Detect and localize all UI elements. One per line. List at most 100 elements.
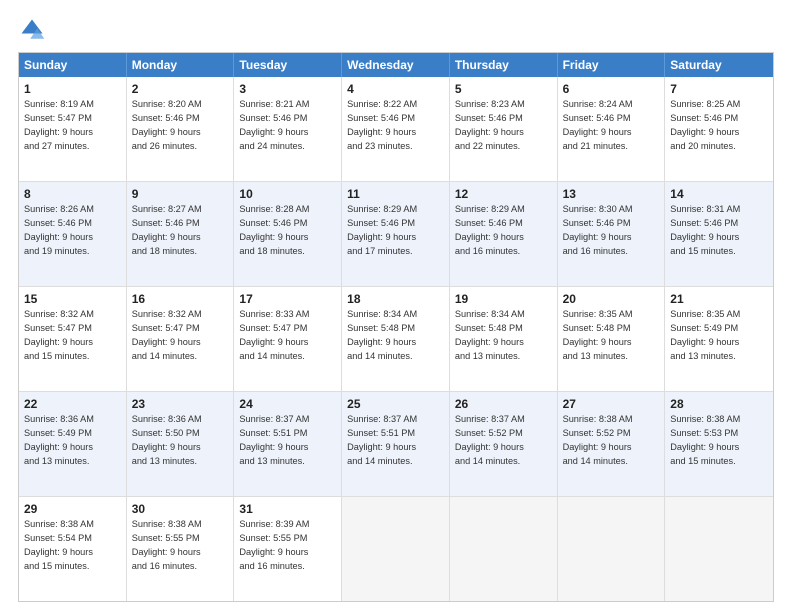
- calendar-body: 1 Sunrise: 8:19 AM Sunset: 5:47 PM Daylig…: [19, 77, 773, 601]
- day-info: Sunrise: 8:25 AM Sunset: 5:46 PM Dayligh…: [670, 99, 740, 150]
- logo: [18, 16, 50, 44]
- logo-icon: [18, 16, 46, 44]
- calendar-day-cell: 25 Sunrise: 8:37 AM Sunset: 5:51 PM Dayli…: [342, 392, 450, 496]
- day-info: Sunrise: 8:35 AM Sunset: 5:49 PM Dayligh…: [670, 309, 740, 360]
- day-info: Sunrise: 8:38 AM Sunset: 5:53 PM Dayligh…: [670, 414, 740, 465]
- day-info: Sunrise: 8:39 AM Sunset: 5:55 PM Dayligh…: [239, 519, 309, 570]
- day-number: 29: [24, 501, 121, 517]
- day-info: Sunrise: 8:29 AM Sunset: 5:46 PM Dayligh…: [455, 204, 525, 255]
- day-number: 25: [347, 396, 444, 412]
- day-number: 19: [455, 291, 552, 307]
- day-number: 9: [132, 186, 229, 202]
- calendar-day-cell: 5Sunrise: 8:23 AM Sunset: 5:46 PM Daylig…: [450, 77, 558, 181]
- day-number: 12: [455, 186, 552, 202]
- day-number: 7: [670, 81, 768, 97]
- day-number: 6: [563, 81, 660, 97]
- calendar-day-cell: 22Sunrise: 8:36 AM Sunset: 5:49 PM Dayli…: [19, 392, 127, 496]
- day-number: 15: [24, 291, 121, 307]
- calendar-day-cell: 30 Sunrise: 8:38 AM Sunset: 5:55 PM Dayli…: [127, 497, 235, 601]
- calendar-row: 1 Sunrise: 8:19 AM Sunset: 5:47 PM Daylig…: [19, 77, 773, 181]
- calendar-day-cell: 14Sunrise: 8:31 AM Sunset: 5:46 PM Dayli…: [665, 182, 773, 286]
- calendar-header-cell: Sunday: [19, 53, 127, 77]
- day-info: Sunrise: 8:37 AM Sunset: 5:51 PM Dayligh…: [239, 414, 309, 465]
- calendar-day-cell: 19 Sunrise: 8:34 AM Sunset: 5:48 PM Dayli…: [450, 287, 558, 391]
- calendar-day-cell: 26 Sunrise: 8:37 AM Sunset: 5:52 PM Dayli…: [450, 392, 558, 496]
- calendar-day-cell: 16 Sunrise: 8:32 AM Sunset: 5:47 PM Dayli…: [127, 287, 235, 391]
- calendar-day-cell: 23 Sunrise: 8:36 AM Sunset: 5:50 PM Dayli…: [127, 392, 235, 496]
- calendar-day-cell: 12 Sunrise: 8:29 AM Sunset: 5:46 PM Dayli…: [450, 182, 558, 286]
- calendar-empty-cell: [665, 497, 773, 601]
- calendar-empty-cell: [558, 497, 666, 601]
- day-number: 24: [239, 396, 336, 412]
- calendar: SundayMondayTuesdayWednesdayThursdayFrid…: [18, 52, 774, 602]
- page: SundayMondayTuesdayWednesdayThursdayFrid…: [0, 0, 792, 612]
- day-info: Sunrise: 8:22 AM Sunset: 5:46 PM Dayligh…: [347, 99, 417, 150]
- day-info: Sunrise: 8:26 AM Sunset: 5:46 PM Dayligh…: [24, 204, 94, 255]
- calendar-row: 22Sunrise: 8:36 AM Sunset: 5:49 PM Dayli…: [19, 391, 773, 496]
- day-info: Sunrise: 8:23 AM Sunset: 5:46 PM Dayligh…: [455, 99, 525, 150]
- calendar-row: 29 Sunrise: 8:38 AM Sunset: 5:54 PM Dayli…: [19, 496, 773, 601]
- day-info: Sunrise: 8:31 AM Sunset: 5:46 PM Dayligh…: [670, 204, 740, 255]
- calendar-day-cell: 1 Sunrise: 8:19 AM Sunset: 5:47 PM Daylig…: [19, 77, 127, 181]
- calendar-day-cell: 28Sunrise: 8:38 AM Sunset: 5:53 PM Dayli…: [665, 392, 773, 496]
- calendar-header-cell: Wednesday: [342, 53, 450, 77]
- day-info: Sunrise: 8:38 AM Sunset: 5:52 PM Dayligh…: [563, 414, 633, 465]
- day-number: 13: [563, 186, 660, 202]
- calendar-row: 15 Sunrise: 8:32 AM Sunset: 5:47 PM Dayli…: [19, 286, 773, 391]
- day-info: Sunrise: 8:36 AM Sunset: 5:50 PM Dayligh…: [132, 414, 202, 465]
- calendar-header-cell: Tuesday: [234, 53, 342, 77]
- day-number: 21: [670, 291, 768, 307]
- calendar-header: SundayMondayTuesdayWednesdayThursdayFrid…: [19, 53, 773, 77]
- calendar-row: 8 Sunrise: 8:26 AM Sunset: 5:46 PM Daylig…: [19, 181, 773, 286]
- calendar-day-cell: 27 Sunrise: 8:38 AM Sunset: 5:52 PM Dayli…: [558, 392, 666, 496]
- calendar-header-cell: Saturday: [665, 53, 773, 77]
- day-info: Sunrise: 8:33 AM Sunset: 5:47 PM Dayligh…: [239, 309, 309, 360]
- calendar-day-cell: 6Sunrise: 8:24 AM Sunset: 5:46 PM Daylig…: [558, 77, 666, 181]
- day-number: 11: [347, 186, 444, 202]
- day-number: 26: [455, 396, 552, 412]
- day-number: 1: [24, 81, 121, 97]
- day-number: 27: [563, 396, 660, 412]
- day-number: 8: [24, 186, 121, 202]
- day-info: Sunrise: 8:38 AM Sunset: 5:54 PM Dayligh…: [24, 519, 94, 570]
- day-info: Sunrise: 8:19 AM Sunset: 5:47 PM Dayligh…: [24, 99, 94, 150]
- calendar-day-cell: 10 Sunrise: 8:28 AM Sunset: 5:46 PM Dayli…: [234, 182, 342, 286]
- calendar-day-cell: 24 Sunrise: 8:37 AM Sunset: 5:51 PM Dayli…: [234, 392, 342, 496]
- day-info: Sunrise: 8:32 AM Sunset: 5:47 PM Dayligh…: [132, 309, 202, 360]
- day-number: 10: [239, 186, 336, 202]
- day-number: 4: [347, 81, 444, 97]
- header: [18, 16, 774, 44]
- calendar-day-cell: 18 Sunrise: 8:34 AM Sunset: 5:48 PM Dayli…: [342, 287, 450, 391]
- day-info: Sunrise: 8:20 AM Sunset: 5:46 PM Dayligh…: [132, 99, 202, 150]
- day-number: 16: [132, 291, 229, 307]
- day-number: 17: [239, 291, 336, 307]
- day-number: 22: [24, 396, 121, 412]
- day-info: Sunrise: 8:38 AM Sunset: 5:55 PM Dayligh…: [132, 519, 202, 570]
- calendar-day-cell: 31 Sunrise: 8:39 AM Sunset: 5:55 PM Dayli…: [234, 497, 342, 601]
- day-info: Sunrise: 8:30 AM Sunset: 5:46 PM Dayligh…: [563, 204, 633, 255]
- calendar-day-cell: 3Sunrise: 8:21 AM Sunset: 5:46 PM Daylig…: [234, 77, 342, 181]
- day-info: Sunrise: 8:34 AM Sunset: 5:48 PM Dayligh…: [347, 309, 417, 360]
- day-info: Sunrise: 8:34 AM Sunset: 5:48 PM Dayligh…: [455, 309, 525, 360]
- calendar-day-cell: 21 Sunrise: 8:35 AM Sunset: 5:49 PM Dayli…: [665, 287, 773, 391]
- calendar-day-cell: 20Sunrise: 8:35 AM Sunset: 5:48 PM Dayli…: [558, 287, 666, 391]
- calendar-day-cell: 9 Sunrise: 8:27 AM Sunset: 5:46 PM Daylig…: [127, 182, 235, 286]
- calendar-day-cell: 7 Sunrise: 8:25 AM Sunset: 5:46 PM Daylig…: [665, 77, 773, 181]
- day-number: 30: [132, 501, 229, 517]
- calendar-day-cell: 2Sunrise: 8:20 AM Sunset: 5:46 PM Daylig…: [127, 77, 235, 181]
- day-info: Sunrise: 8:28 AM Sunset: 5:46 PM Dayligh…: [239, 204, 309, 255]
- calendar-day-cell: 11Sunrise: 8:29 AM Sunset: 5:46 PM Dayli…: [342, 182, 450, 286]
- calendar-header-cell: Thursday: [450, 53, 558, 77]
- day-info: Sunrise: 8:37 AM Sunset: 5:52 PM Dayligh…: [455, 414, 525, 465]
- calendar-day-cell: 13 Sunrise: 8:30 AM Sunset: 5:46 PM Dayli…: [558, 182, 666, 286]
- day-info: Sunrise: 8:35 AM Sunset: 5:48 PM Dayligh…: [563, 309, 633, 360]
- calendar-day-cell: 8 Sunrise: 8:26 AM Sunset: 5:46 PM Daylig…: [19, 182, 127, 286]
- day-info: Sunrise: 8:32 AM Sunset: 5:47 PM Dayligh…: [24, 309, 94, 360]
- day-number: 23: [132, 396, 229, 412]
- day-number: 31: [239, 501, 336, 517]
- day-number: 18: [347, 291, 444, 307]
- calendar-day-cell: 15 Sunrise: 8:32 AM Sunset: 5:47 PM Dayli…: [19, 287, 127, 391]
- day-info: Sunrise: 8:37 AM Sunset: 5:51 PM Dayligh…: [347, 414, 417, 465]
- calendar-day-cell: 4 Sunrise: 8:22 AM Sunset: 5:46 PM Daylig…: [342, 77, 450, 181]
- day-info: Sunrise: 8:27 AM Sunset: 5:46 PM Dayligh…: [132, 204, 202, 255]
